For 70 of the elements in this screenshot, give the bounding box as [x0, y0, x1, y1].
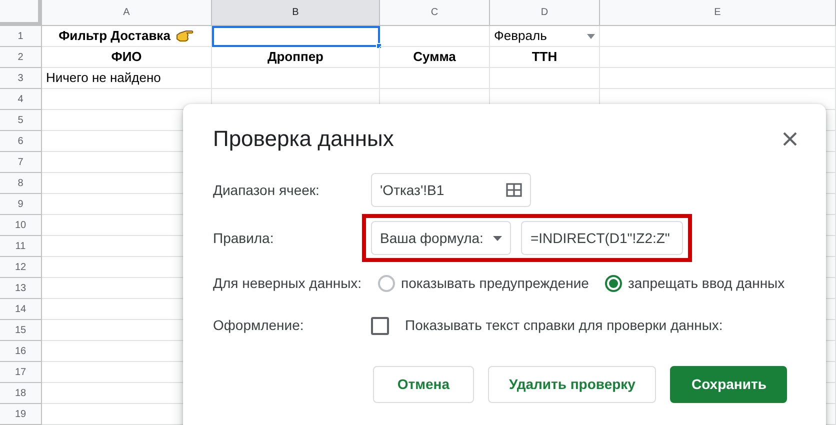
option-label[interactable]: запрещать ввод данных [628, 273, 785, 294]
cell-text: ФИО [111, 48, 142, 66]
field-label: Оформление: [213, 316, 305, 336]
field-label: Диапазон ячеек: [213, 180, 320, 200]
grid-cell[interactable] [600, 26, 836, 47]
formula-field[interactable]: =INDIRECT(D1"!Z2:Z" [521, 221, 684, 256]
row-header[interactable]: 7 [0, 152, 42, 173]
range-value: 'Отказ'!B1 [380, 180, 444, 200]
column-header[interactable]: E [600, 0, 836, 26]
row-header[interactable]: 13 [0, 278, 42, 299]
cell-text: Фильтр Доставка [58, 27, 170, 46]
grid-cell[interactable]: ТТН [490, 47, 600, 68]
option-label[interactable]: показывать предупреждение [401, 273, 589, 294]
select-all-corner[interactable] [0, 0, 42, 26]
grid-cell[interactable] [380, 26, 490, 47]
cell-text: Февраль [494, 27, 547, 46]
criterion-dropdown[interactable]: Ваша формула: [371, 221, 512, 256]
row-header[interactable]: 6 [0, 131, 42, 152]
save-button[interactable]: Сохранить [670, 366, 788, 404]
row-header[interactable]: 19 [0, 404, 42, 425]
grid-cell[interactable] [600, 68, 836, 89]
row-header[interactable]: 14 [0, 299, 42, 320]
grid-cell[interactable] [212, 26, 380, 47]
range-field[interactable]: 'Отказ'!B1 [371, 173, 531, 208]
field-label: Для неверных данных: [213, 274, 363, 294]
close-icon[interactable] [783, 132, 797, 146]
dropdown-caret-icon[interactable] [587, 34, 595, 38]
grid-cell[interactable]: ФИО [42, 47, 212, 68]
column-header[interactable]: C [380, 0, 490, 26]
grid-cell[interactable]: Февраль [490, 26, 600, 47]
row-header[interactable]: 15 [0, 320, 42, 341]
dialog-button[interactable]: Отмена [373, 366, 474, 404]
grid-cell[interactable]: Фильтр Доставка [42, 26, 212, 47]
radio-button[interactable] [604, 275, 622, 292]
row-header[interactable]: 1 [0, 26, 42, 47]
checkbox[interactable] [371, 316, 389, 335]
row-header[interactable]: 9 [0, 194, 42, 215]
column-header[interactable]: D [490, 0, 600, 26]
grid-cell[interactable] [380, 68, 490, 89]
row-header[interactable]: 8 [0, 173, 42, 194]
grid-cell[interactable] [212, 68, 380, 89]
row-header[interactable]: 2 [0, 47, 42, 68]
dialog-title: Проверка данных [213, 126, 394, 152]
row-header[interactable]: 16 [0, 341, 42, 362]
grid-icon[interactable] [506, 183, 522, 198]
dialog-button[interactable]: Удалить проверку [488, 366, 656, 404]
row-header[interactable]: 10 [0, 215, 42, 236]
grid-cell[interactable] [600, 47, 836, 68]
row-header[interactable]: 12 [0, 257, 42, 278]
pointing-hand-icon [176, 29, 194, 43]
row-header[interactable]: 11 [0, 236, 42, 257]
row-header[interactable]: 17 [0, 362, 42, 383]
field-label: Правила: [213, 228, 275, 248]
grid-cell[interactable] [490, 68, 600, 89]
grid-cell[interactable]: Сумма [380, 47, 490, 68]
caret-icon [493, 236, 502, 241]
cell-text: Дроппер [267, 48, 324, 66]
cell-text: ТТН [532, 48, 558, 66]
checkbox-label[interactable]: Показывать текст справки для проверки данных: [405, 315, 723, 336]
cell-text: Сумма [413, 48, 456, 66]
radio-button[interactable] [378, 275, 395, 292]
row-header[interactable]: 18 [0, 383, 42, 404]
cell-text: Ничего не найдено [46, 69, 161, 88]
column-header[interactable]: A [42, 0, 212, 26]
row-header[interactable]: 5 [0, 110, 42, 131]
row-header[interactable]: 4 [0, 89, 42, 110]
row-header[interactable]: 3 [0, 68, 42, 89]
column-header[interactable]: B [212, 0, 380, 26]
grid-cell[interactable]: Дроппер [212, 47, 380, 68]
grid-cell[interactable]: Ничего не найдено [42, 68, 212, 89]
